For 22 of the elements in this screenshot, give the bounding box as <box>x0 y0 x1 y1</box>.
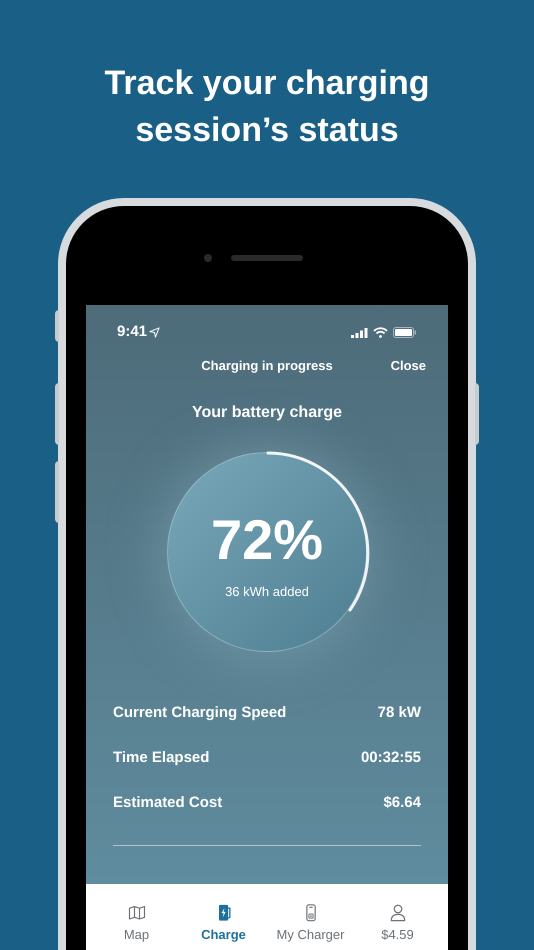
close-button[interactable]: Close <box>390 356 426 376</box>
stat-label: Estimated Cost <box>113 793 222 814</box>
tab-bar-item[interactable]: Charge <box>180 904 267 944</box>
stat-value: 00:32:55 <box>360 748 421 768</box>
wifi-icon <box>373 327 388 338</box>
battery-heading: Your battery charge <box>192 403 342 423</box>
location-arrow-icon <box>149 327 160 338</box>
tab-bar-item[interactable]: $4.59 <box>354 904 441 944</box>
stat-label: Time Elapsed <box>113 748 210 768</box>
screen-title: Charging in progress <box>201 357 333 376</box>
stat-value: 78 kW <box>378 703 421 724</box>
tab-bar-item[interactable]: Map <box>93 904 180 944</box>
charge-percent: 72% <box>210 510 324 570</box>
status-time: 9:41 <box>117 322 148 342</box>
stat-value: $6.64 <box>383 793 421 814</box>
energy-added: 36 kWh added <box>225 583 309 602</box>
speaker-grille <box>231 255 303 261</box>
tab-bar-item[interactable]: My Charger <box>267 904 354 944</box>
signal-icon <box>351 328 368 338</box>
stat-label: Current Charging Speed <box>113 703 286 724</box>
battery-icon <box>393 327 417 338</box>
headline: Track your charging session’s status <box>104 63 430 151</box>
